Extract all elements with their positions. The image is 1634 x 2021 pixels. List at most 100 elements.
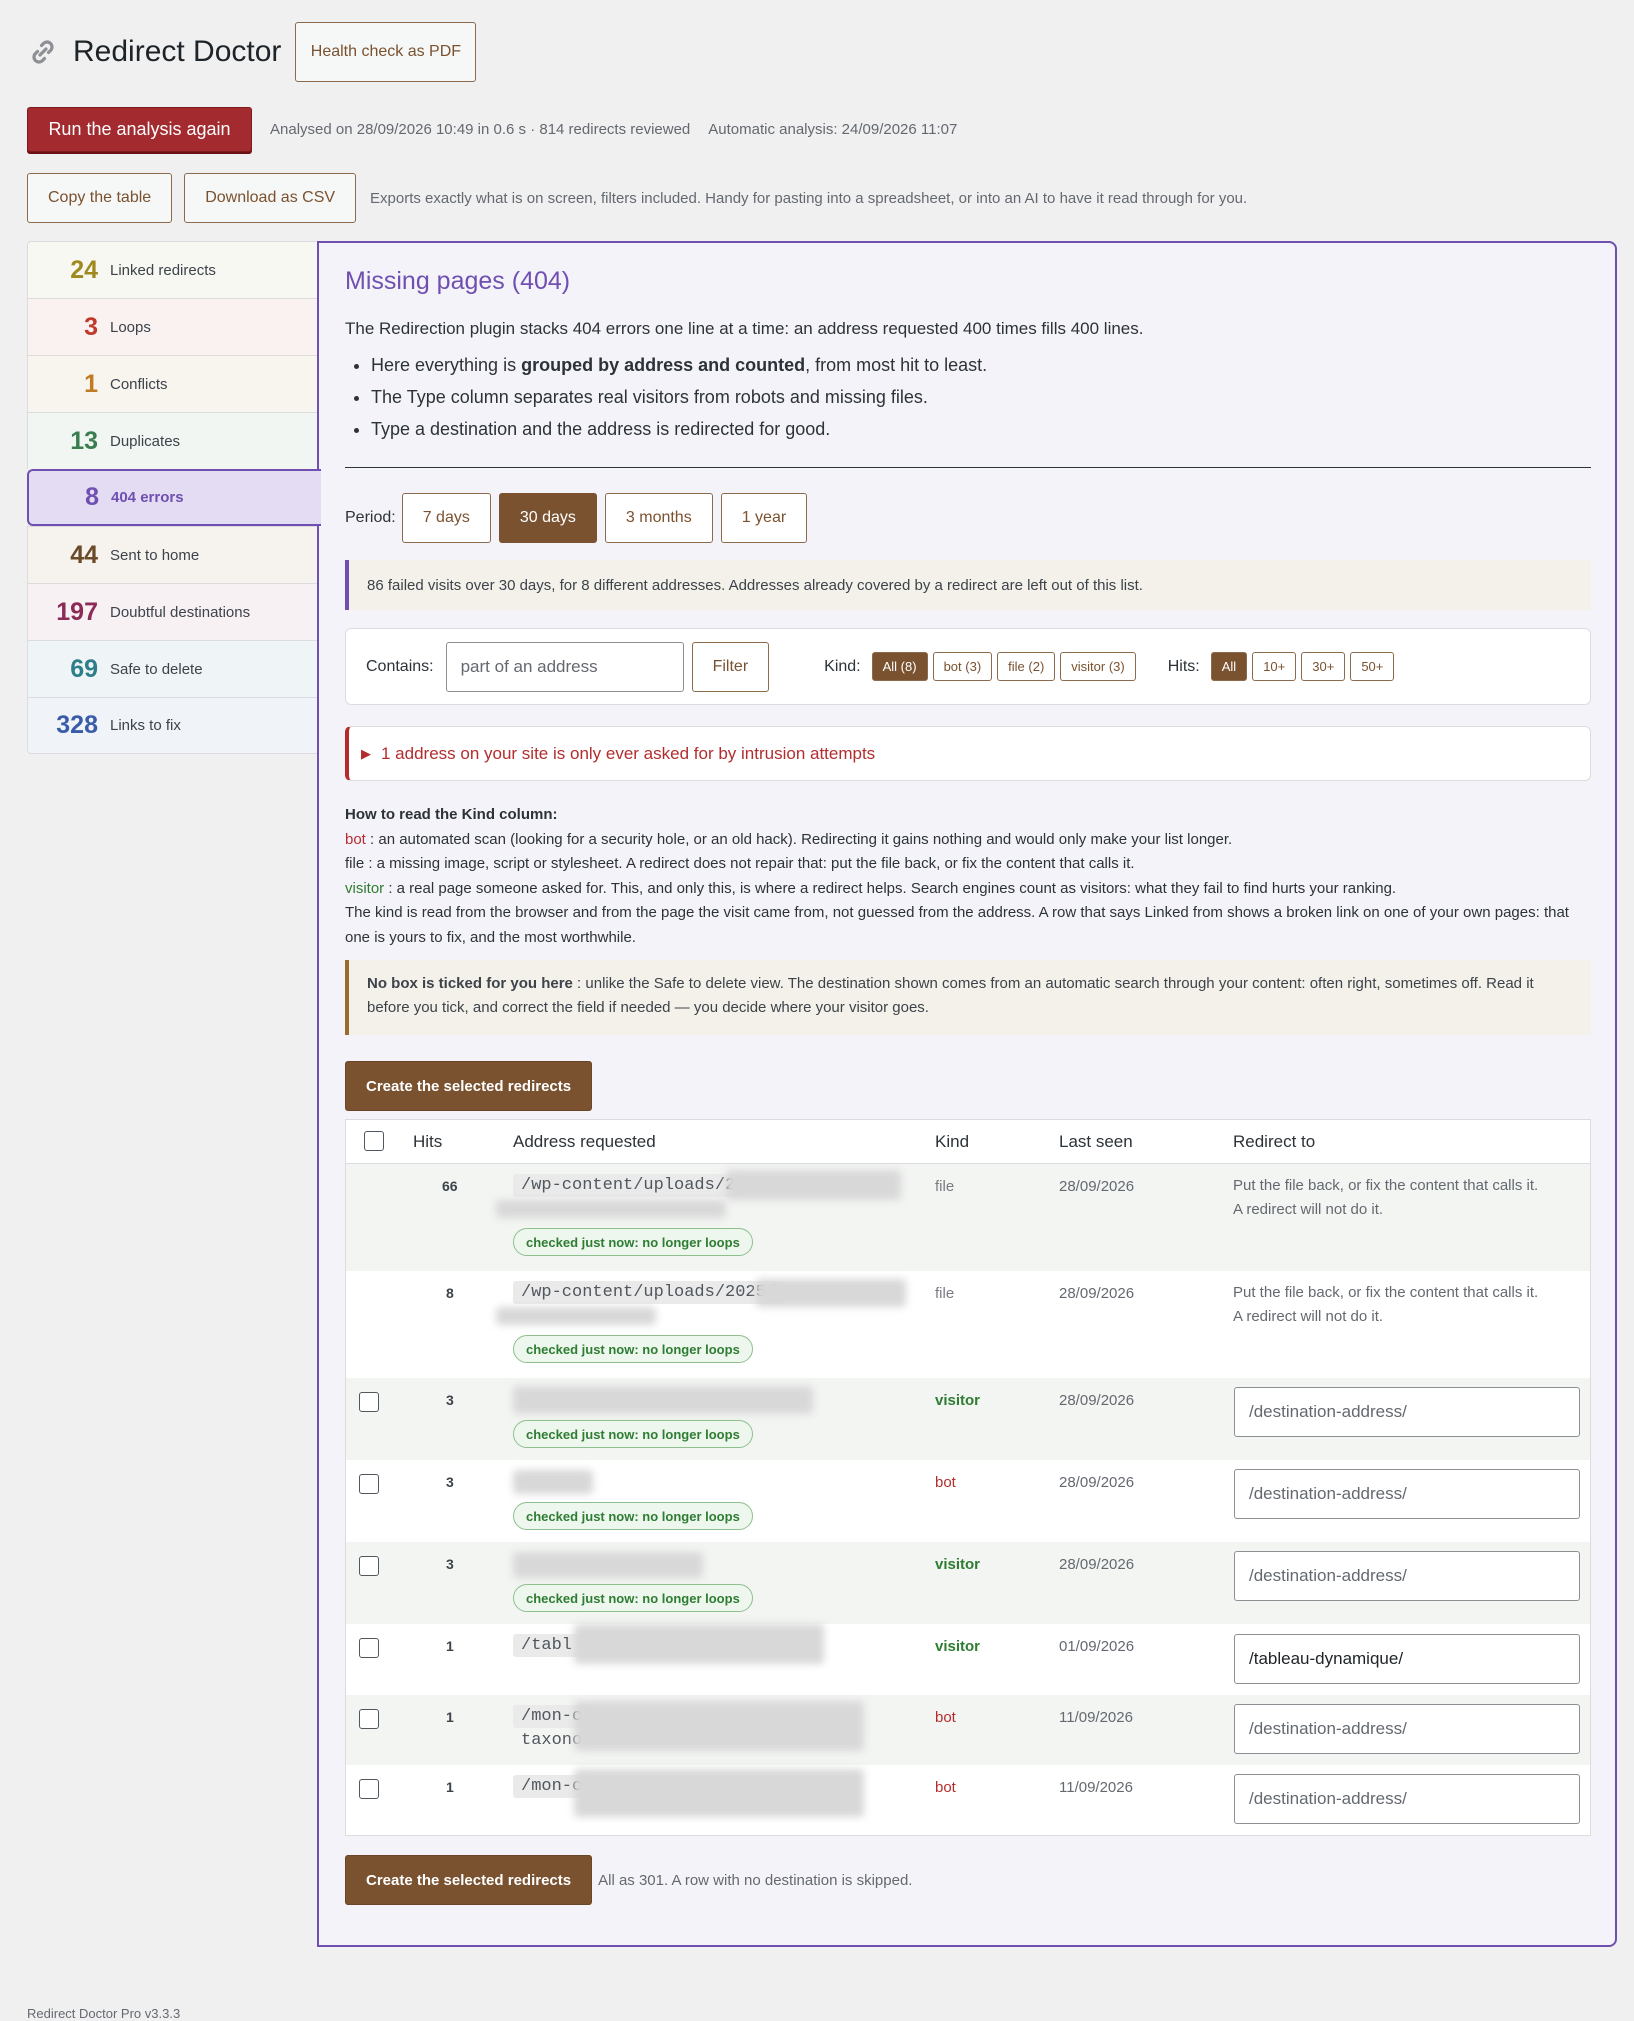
sidebar-label: Safe to delete	[110, 660, 203, 678]
hits-chip-30[interactable]: 30+	[1301, 652, 1346, 681]
table-row: 3 checked just now: no longer loops visi…	[346, 1378, 1590, 1460]
intrusion-alert[interactable]: ▶ 1 address on your site is only ever as…	[345, 726, 1591, 781]
sidebar-label: 404 errors	[111, 489, 184, 506]
row-kind: file	[935, 1285, 955, 1302]
footer-version: Redirect Doctor Pro v3.3.3	[27, 2006, 181, 2021]
row-hits: 3	[446, 1392, 454, 1408]
row-kind: bot	[935, 1474, 956, 1491]
row-hits: 1	[446, 1709, 454, 1725]
run-analysis-button[interactable]: Run the analysis again	[27, 107, 252, 152]
select-all-checkbox[interactable]	[364, 1131, 384, 1151]
row-date: 01/09/2026	[1059, 1638, 1135, 1655]
table-row: 3 checked just now: no longer loops visi…	[346, 1542, 1590, 1624]
row-checkbox[interactable]	[359, 1779, 379, 1799]
sidebar-count: 69	[70, 654, 98, 683]
sidebar-count: 44	[70, 540, 98, 569]
status-badge: checked just now: no longer loops	[513, 1420, 753, 1448]
row-checkbox[interactable]	[359, 1392, 379, 1412]
destination-input[interactable]: /tableau-dynamique/	[1234, 1634, 1580, 1684]
sidebar-item-sent-to-home[interactable]: 44 Sent to home	[27, 526, 319, 583]
divider	[345, 467, 1591, 468]
main-panel: Missing pages (404) The Redirection plug…	[317, 241, 1617, 1947]
hits-filter: Hits: All 10+ 30+ 50+	[1168, 652, 1395, 681]
row-kind: visitor	[935, 1392, 981, 1409]
sidebar-item-linked-redirects[interactable]: 24 Linked redirects	[27, 241, 319, 298]
health-check-pdf-button[interactable]: Health check as PDF	[295, 22, 477, 82]
sidebar-item-loops[interactable]: 3 Loops	[27, 298, 319, 355]
row-date: 28/09/2026	[1059, 1556, 1135, 1573]
sidebar-item-safe-to-delete[interactable]: 69 Safe to delete	[27, 640, 319, 697]
kind-chip-all[interactable]: All (8)	[871, 652, 928, 681]
search-input[interactable]: part of an address	[445, 641, 684, 692]
redacted-blur	[513, 1552, 703, 1578]
row-date: 28/09/2026	[1059, 1285, 1135, 1302]
sidebar-item-duplicates[interactable]: 13 Duplicates	[27, 412, 319, 469]
header-hits: Hits	[413, 1131, 443, 1151]
row-hits: 3	[446, 1474, 454, 1490]
hits-chip-10[interactable]: 10+	[1252, 652, 1297, 681]
row-hits: 66	[442, 1178, 458, 1194]
redacted-blur	[513, 1386, 813, 1414]
create-redirects-button-bottom[interactable]: Create the selected redirects	[345, 1855, 593, 1905]
row-hits: 1	[446, 1638, 454, 1654]
destination-input[interactable]: /destination-address/	[1234, 1704, 1580, 1754]
legend-bot: bot : an automated scan (looking for a s…	[345, 830, 1233, 848]
table-header: Hits Address requested Kind Last seen Re…	[346, 1120, 1590, 1164]
period-1-year[interactable]: 1 year	[720, 493, 808, 543]
row-date: 11/09/2026	[1059, 1779, 1133, 1796]
missing-pages-table: Hits Address requested Kind Last seen Re…	[345, 1119, 1591, 1836]
kind-chip-bot[interactable]: bot (3)	[932, 652, 993, 681]
table-row: 1 /mon-c taxono bot 11/09/2026 /destinat…	[346, 1695, 1590, 1765]
sidebar-item-doubtful-destinations[interactable]: 197 Doubtful destinations	[27, 583, 319, 640]
destination-input[interactable]: /destination-address/	[1234, 1469, 1580, 1519]
run-row: Run the analysis again Analysed on 28/09…	[27, 107, 957, 152]
row-kind: visitor	[935, 1638, 981, 1655]
period-30-days[interactable]: 30 days	[498, 493, 597, 543]
info-notice: 86 failed visits over 30 days, for 8 dif…	[345, 560, 1591, 610]
table-row: 66 /wp-content/uploads/2 checked just no…	[346, 1164, 1590, 1271]
header-redirect-to: Redirect to	[1233, 1131, 1316, 1151]
period-7-days[interactable]: 7 days	[401, 493, 491, 543]
sidebar-label: Doubtful destinations	[110, 603, 251, 621]
period-3-months[interactable]: 3 months	[604, 493, 713, 543]
filter-button[interactable]: Filter	[691, 641, 770, 692]
destination-input[interactable]: /destination-address/	[1234, 1774, 1580, 1824]
create-top-wrap: Create the selected redirects	[345, 1061, 593, 1111]
redacted-blur	[574, 1701, 864, 1751]
sidebar-item-404-errors[interactable]: 8 404 errors	[27, 469, 321, 526]
kind-chip-visitor[interactable]: visitor (3)	[1060, 652, 1136, 681]
row-kind: visitor	[935, 1556, 981, 1573]
sidebar-label: Loops	[110, 318, 151, 336]
row-address: /tabl	[513, 1634, 581, 1657]
destination-input[interactable]: /destination-address/	[1234, 1551, 1580, 1601]
sidebar-item-conflicts[interactable]: 1 Conflicts	[27, 355, 319, 412]
hits-chip-all[interactable]: All	[1210, 652, 1248, 681]
create-redirects-button[interactable]: Create the selected redirects	[345, 1061, 593, 1111]
row-date: 28/09/2026	[1059, 1474, 1135, 1491]
bottom-note: All as 301. A row with no destination is…	[598, 1871, 913, 1889]
status-badge: checked just now: no longer loops	[513, 1228, 753, 1256]
row-kind: file	[935, 1178, 955, 1195]
header-address: Address requested	[513, 1131, 656, 1151]
legend-kind-note: The kind is read from the browser and fr…	[345, 904, 1569, 946]
row-checkbox[interactable]	[359, 1556, 379, 1576]
hits-chip-50[interactable]: 50+	[1350, 652, 1395, 681]
redacted-blur	[574, 1769, 864, 1817]
status-badge: checked just now: no longer loops	[513, 1584, 753, 1612]
kind-chip-file[interactable]: file (2)	[997, 652, 1056, 681]
table-row: 1 /tabl visitor 01/09/2026 /tableau-dyna…	[346, 1624, 1590, 1695]
destination-input[interactable]: /destination-address/	[1234, 1387, 1580, 1437]
download-csv-button[interactable]: Download as CSV	[184, 173, 357, 223]
link-icon	[32, 40, 54, 64]
sidebar-item-links-to-fix[interactable]: 328 Links to fix	[27, 697, 319, 754]
row-checkbox[interactable]	[359, 1709, 379, 1729]
redacted-blur	[726, 1170, 901, 1200]
row-kind: bot	[935, 1709, 956, 1726]
row-checkbox[interactable]	[359, 1638, 379, 1658]
status-badge: checked just now: no longer loops	[513, 1335, 753, 1363]
sidebar: 24 Linked redirects 3 Loops 1 Conflicts …	[27, 241, 321, 754]
row-checkbox[interactable]	[359, 1474, 379, 1494]
row-note: Put the file back, or fix the content th…	[1233, 1177, 1539, 1218]
copy-table-button[interactable]: Copy the table	[27, 173, 173, 223]
filter-bar: Contains: part of an address Filter Kind…	[345, 628, 1591, 705]
